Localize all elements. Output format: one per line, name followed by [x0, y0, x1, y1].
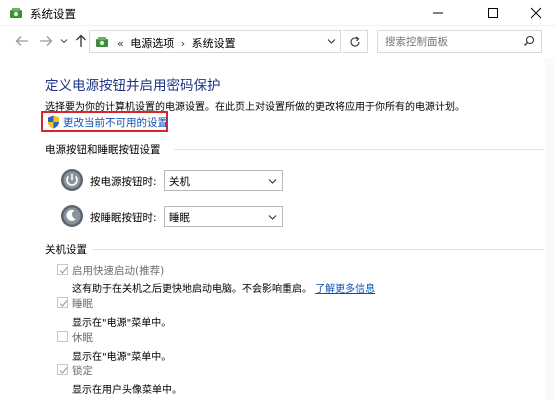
sleep-description: 显示在"电源"菜单中。 [72, 318, 172, 329]
learn-more-link[interactable]: 了解更多信息 [315, 284, 375, 295]
chevron-down-icon [268, 212, 277, 225]
minimize-icon [433, 12, 443, 14]
sleep-label: 睡眠 [72, 298, 93, 310]
lock-label: 锁定 [72, 365, 93, 377]
checkmark-icon [59, 267, 68, 274]
page-title: 定义电源按钮并启用密码保护 [45, 78, 221, 94]
section-title-buttons: 电源按钮和睡眠按钮设置 [45, 144, 161, 156]
section-divider [174, 149, 544, 150]
close-icon [530, 7, 542, 19]
arrow-left-icon [15, 36, 28, 46]
section-title-shutdown: 关机设置 [45, 244, 87, 256]
refresh-icon [350, 36, 360, 47]
power-button-action-value: 关机 [169, 176, 190, 188]
back-button[interactable] [13, 32, 31, 50]
search-input[interactable] [378, 31, 518, 52]
breadcrumb-separator[interactable]: › [178, 37, 188, 50]
breadcrumb-overflow[interactable]: « [114, 37, 127, 50]
section-divider [92, 249, 544, 250]
hibernate-label: 休眠 [72, 332, 93, 344]
vertical-scrollbar[interactable] [545, 58, 555, 400]
power-button-label: 按电源按钮时: [90, 176, 157, 188]
sleep-button-action-value: 睡眠 [169, 212, 190, 224]
breadcrumb-system-settings[interactable]: 系统设置 [192, 37, 236, 50]
maximize-button[interactable] [476, 0, 510, 26]
fast-startup-label: 启用快速启动(推荐) [72, 265, 165, 277]
title-bar: 系统设置 [0, 0, 555, 26]
lock-checkbox[interactable] [57, 364, 68, 375]
forward-button[interactable] [37, 32, 55, 50]
address-dropdown-button[interactable] [327, 36, 336, 49]
sleep-button-action-select[interactable]: 睡眠 [164, 206, 283, 227]
control-panel-icon [8, 5, 24, 21]
power-button-action-select[interactable]: 关机 [164, 170, 283, 191]
change-unavailable-settings-link[interactable]: 更改当前不可用的设置 [63, 115, 168, 130]
hibernate-description: 显示在"电源"菜单中。 [72, 352, 172, 363]
sleep-button-icon [60, 204, 84, 228]
navigation-bar: « 电源选项 › 系统设置 [0, 26, 555, 58]
arrow-right-icon [40, 36, 53, 46]
content-area: 定义电源按钮并启用密码保护 选择要为你的计算机设置的电源设置。在此页上对设置所做… [0, 58, 555, 400]
arrow-up-icon [76, 34, 86, 47]
recent-locations-button[interactable] [58, 32, 70, 50]
sleep-button-label: 按睡眠按钮时: [90, 212, 157, 224]
minimize-button[interactable] [421, 0, 455, 26]
window-title: 系统设置 [30, 7, 76, 21]
power-button-icon [60, 168, 84, 192]
search-box[interactable] [377, 30, 542, 53]
fast-startup-description: 这有助于在关机之后更快地启动电脑。不会影响重启。 了解更多信息 [72, 280, 375, 295]
uac-shield-icon [47, 115, 60, 129]
chevron-down-icon [60, 39, 68, 44]
control-panel-icon [94, 34, 110, 50]
fast-startup-description-text: 这有助于在关机之后更快地启动电脑。不会影响重启。 [72, 284, 312, 295]
chevron-down-icon [327, 39, 336, 44]
chevron-down-icon [268, 176, 277, 189]
lock-description: 显示在用户头像菜单中。 [72, 385, 182, 396]
breadcrumb-power-options[interactable]: 电源选项 [130, 37, 174, 50]
up-button[interactable] [72, 32, 90, 50]
breadcrumb: « 电源选项 › 系统设置 [114, 35, 236, 51]
fast-startup-checkbox[interactable] [57, 264, 68, 275]
checkmark-icon [59, 300, 68, 307]
search-icon[interactable] [523, 35, 535, 50]
maximize-icon [488, 8, 498, 18]
change-settings-highlight[interactable]: 更改当前不可用的设置 [41, 111, 168, 132]
refresh-button[interactable] [343, 30, 368, 53]
sleep-checkbox[interactable] [57, 297, 68, 308]
close-button[interactable] [519, 0, 553, 26]
hibernate-checkbox[interactable] [57, 331, 68, 342]
checkmark-icon [59, 367, 68, 374]
address-bar[interactable]: « 电源选项 › 系统设置 [89, 30, 341, 53]
